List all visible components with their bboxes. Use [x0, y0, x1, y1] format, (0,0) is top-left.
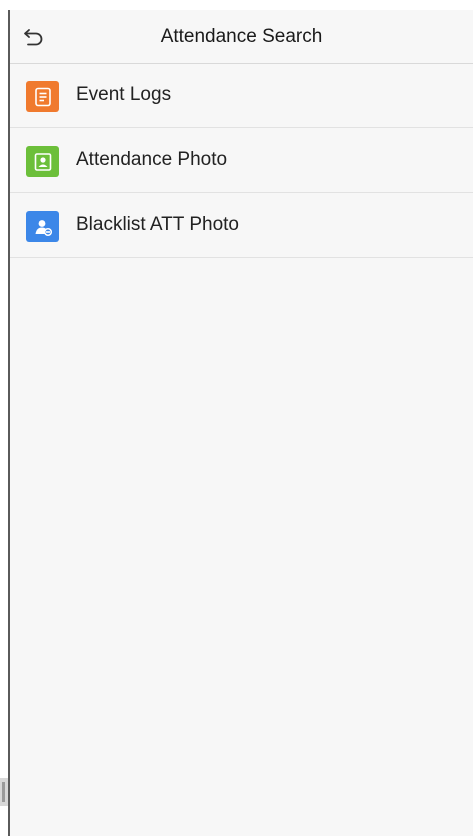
header-bar: Attendance Search — [10, 10, 473, 64]
back-button[interactable] — [20, 24, 48, 50]
menu-item-event-logs[interactable]: Event Logs — [10, 63, 473, 128]
page-title: Attendance Search — [160, 26, 323, 47]
attendance-search-screen: Attendance Search Event Logs Attendance … — [10, 10, 473, 836]
menu-item-label: Attendance Photo — [76, 149, 228, 170]
menu-item-label: Event Logs — [76, 84, 172, 105]
menu-item-attendance-photo[interactable]: Attendance Photo — [10, 128, 473, 193]
blocked-user-icon — [26, 211, 59, 242]
search-menu-list: Event Logs Attendance Photo Blacklist AT… — [10, 63, 473, 258]
menu-item-label: Blacklist ATT Photo — [76, 214, 239, 235]
menu-item-blacklist-att-photo[interactable]: Blacklist ATT Photo — [10, 193, 473, 258]
device-side-notch — [0, 778, 8, 806]
back-arrow-icon — [24, 29, 43, 46]
photo-portrait-icon — [26, 146, 59, 177]
device-frame: Attendance Search Event Logs Attendance … — [0, 0, 473, 836]
document-list-icon — [26, 81, 59, 112]
